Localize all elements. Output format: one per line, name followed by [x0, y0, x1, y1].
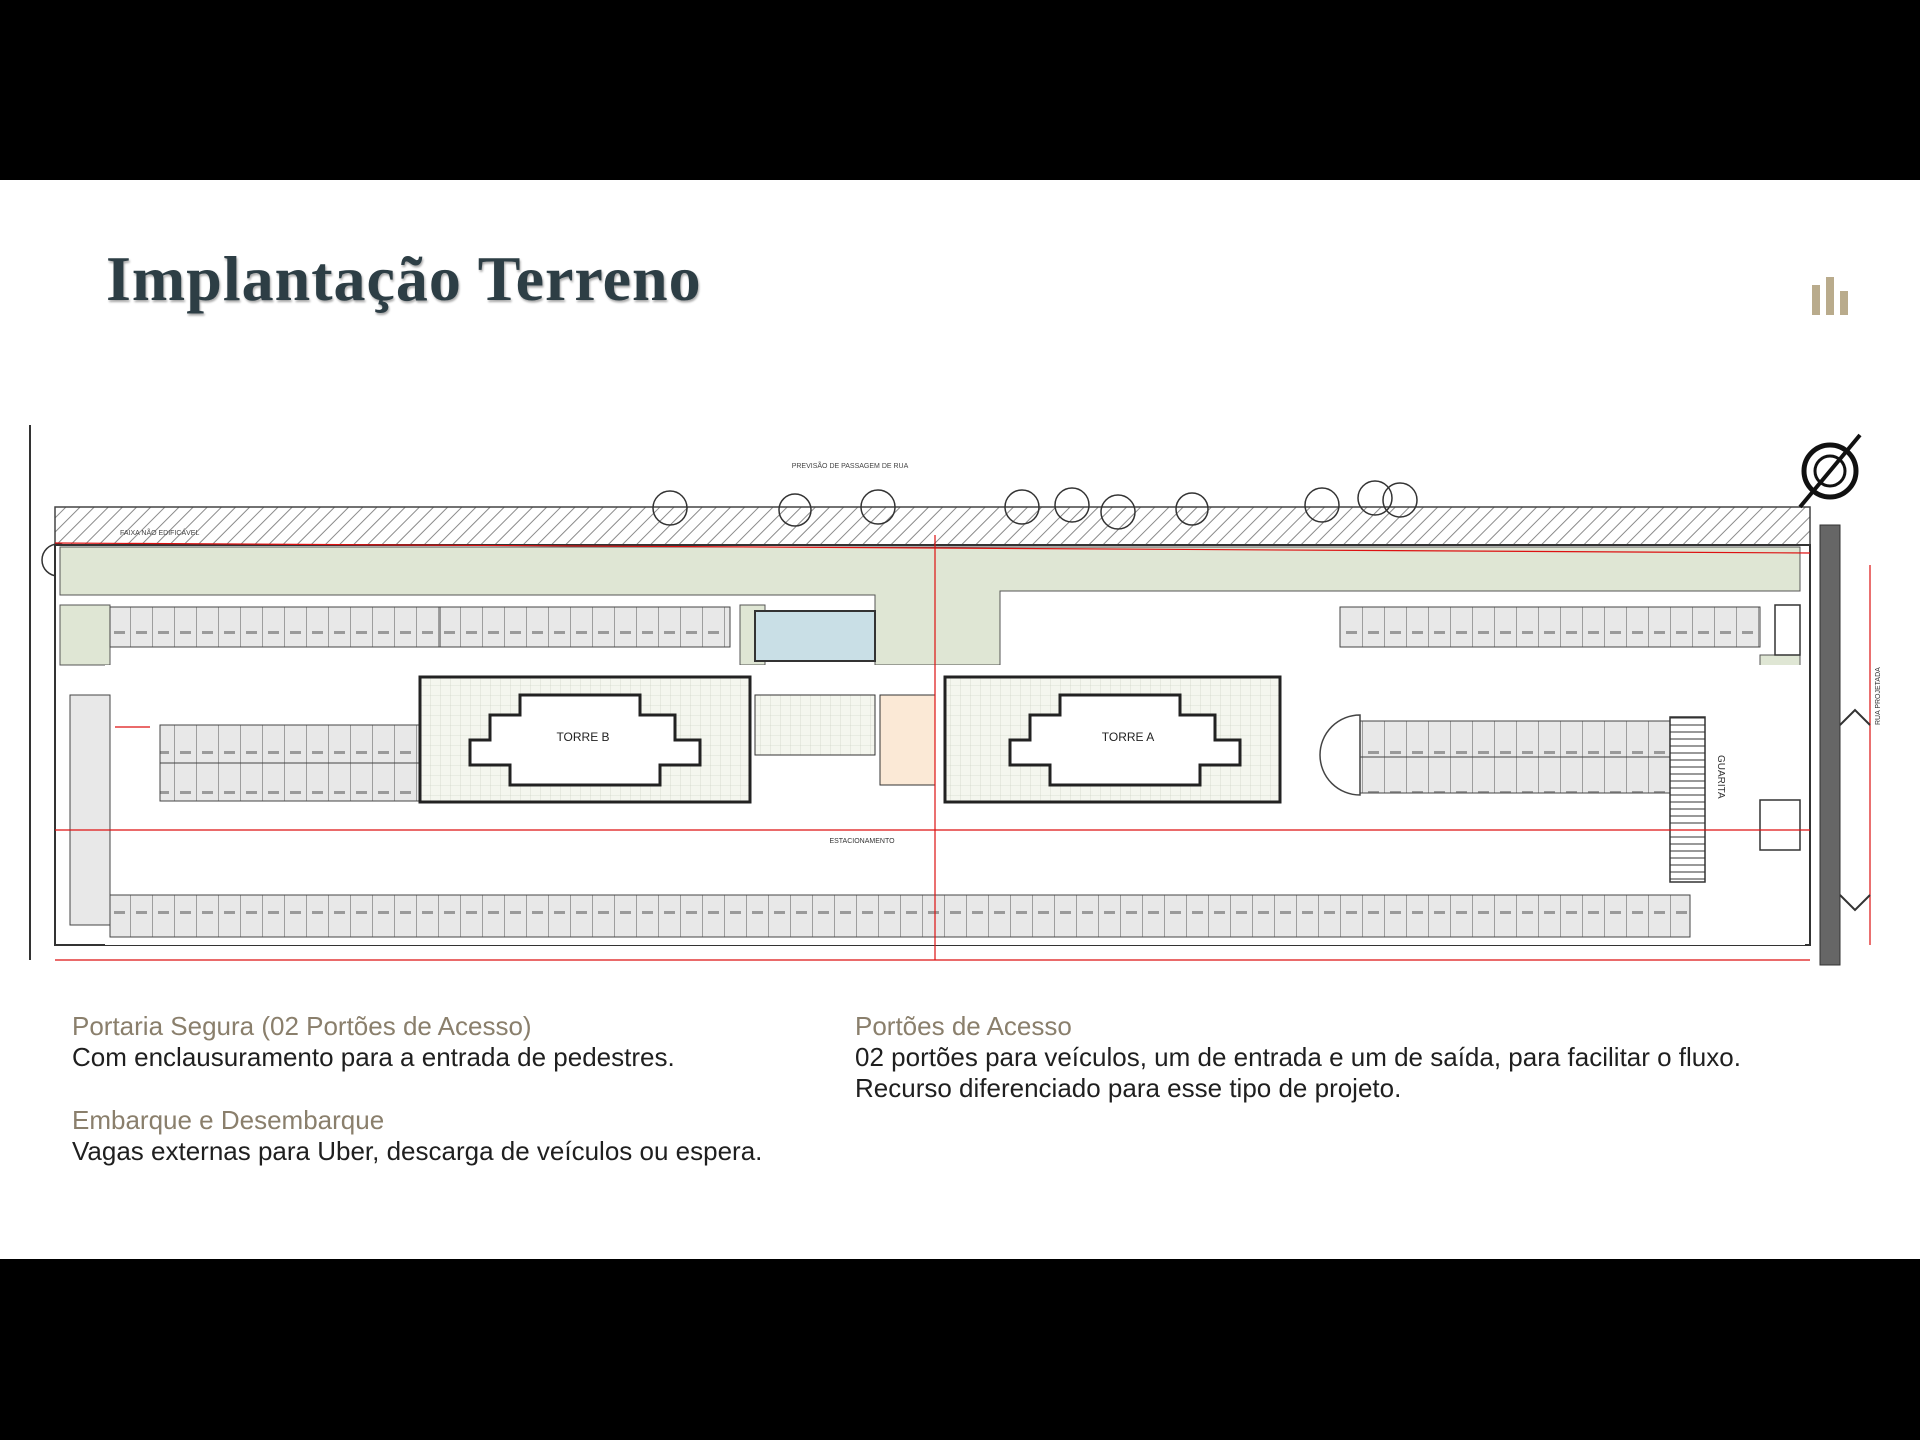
- tower-a: TORRE A: [943, 675, 1282, 804]
- pool: [754, 610, 876, 662]
- side-street-label: RUA PROJETADA: [1875, 667, 1882, 725]
- feature-text: Com enclausuramento para a entrada de pe…: [72, 1042, 675, 1072]
- feature-text: Vagas externas para Uber, descarga de ve…: [72, 1136, 763, 1166]
- tower-b-label: TORRE B: [556, 730, 609, 744]
- side-street: [1819, 524, 1841, 966]
- leisure-area: [754, 694, 876, 756]
- courtyard: [879, 694, 936, 786]
- feature-portaria: Portaria Segura (02 Portões de Acesso) C…: [72, 1011, 832, 1073]
- street-note: PREVISÃO DE PASSAGEM DE RUA: [792, 461, 909, 470]
- slide-title: Implantação Terreno: [106, 243, 702, 314]
- slide: Implantação Terreno PREVISÃO DE PASSAGEM…: [0, 180, 1920, 1259]
- feature-heading: Embarque e Desembarque: [72, 1105, 385, 1135]
- feature-heading: Portões de Acesso: [855, 1011, 1072, 1041]
- setback-note: FAIXA NÃO EDIFICÁVEL: [120, 528, 199, 537]
- feature-text: Recurso diferenciado para esse tipo de p…: [855, 1073, 1402, 1103]
- feature-text: 02 portões para veículos, um de entrada …: [855, 1042, 1741, 1072]
- brand-logo-icon: [1812, 277, 1848, 315]
- site-plan: PREVISÃO DE PASSAGEM DE RUA FAIXA NÃO ED…: [29, 425, 1882, 966]
- feature-embarque: Embarque e Desembarque Vagas externas pa…: [72, 1105, 832, 1167]
- tower-a-label: TORRE A: [1102, 730, 1154, 744]
- access-ramp: [1839, 708, 1871, 912]
- feature-heading: Portaria Segura (02 Portões de Acesso): [72, 1011, 532, 1041]
- gatehouse-label: GUARITA: [1715, 755, 1726, 799]
- setback-strip: [54, 506, 1811, 546]
- parking-label: ESTACIONAMENTO: [829, 838, 895, 845]
- feature-portoes: Portões de Acesso 02 portões para veícul…: [855, 1011, 1855, 1104]
- north-arrow-icon: [1798, 433, 1862, 509]
- tower-b: TORRE B: [418, 675, 752, 804]
